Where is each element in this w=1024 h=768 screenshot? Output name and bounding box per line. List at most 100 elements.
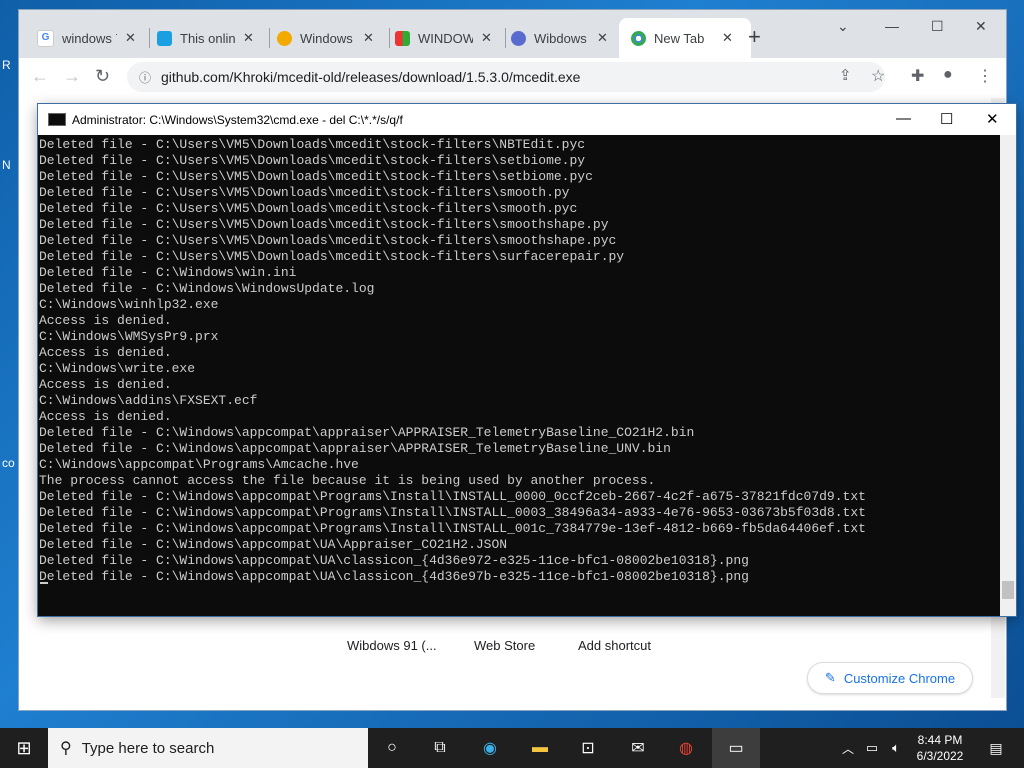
cortana-icon[interactable]: ○ [380, 736, 404, 760]
extensions-icon[interactable]: ✚ [911, 66, 924, 86]
close-icon[interactable]: ✕ [125, 30, 136, 46]
file-explorer-icon[interactable]: ▬ [528, 736, 552, 760]
cmd-taskbar-icon[interactable]: ▭ [712, 728, 760, 768]
cmd-output-line: Deleted file - C:\Users\VM5\Downloads\mc… [39, 169, 593, 184]
cmd-output-line: Deleted file - C:\Users\VM5\Downloads\mc… [39, 201, 578, 216]
pencil-icon: ✎ [824, 670, 836, 685]
close-icon[interactable]: ✕ [722, 30, 733, 46]
maximize-icon[interactable]: ☐ [940, 110, 953, 128]
google-icon: G [37, 29, 54, 47]
search-icon: ⚲ [60, 740, 72, 757]
cmd-output-line: Deleted file - C:\Users\VM5\Downloads\mc… [39, 233, 617, 248]
cmd-output-line: Deleted file - C:\Windows\win.ini [39, 265, 297, 280]
browser-toolbar: ← → ↻ ⓘ github.com/Khroki/mcedit-old/rel… [19, 58, 1006, 98]
mail-icon[interactable]: ✉ [626, 736, 650, 760]
tab-window[interactable]: WINDOW ✕ [395, 24, 505, 52]
text-cursor [40, 582, 48, 584]
cmd-window: Administrator: C:\Windows\System32\cmd.e… [38, 104, 1016, 616]
tab-this-online[interactable]: This online ✕ [157, 24, 267, 52]
windows-emblem-icon [395, 30, 410, 46]
cmd-icon [48, 113, 66, 126]
cmd-output[interactable]: Deleted file - C:\Users\VM5\Downloads\mc… [38, 135, 1000, 616]
back-icon[interactable]: ← [31, 66, 49, 87]
tab-label: Windows [300, 30, 353, 46]
share-icon[interactable]: ⇪ [839, 66, 852, 84]
cmd-output-line: Deleted file - C:\Windows\appcompat\Prog… [39, 505, 866, 520]
volume-icon[interactable]: 🔈︎ [884, 736, 908, 760]
edge-icon[interactable]: ◉ [478, 736, 502, 760]
cmd-output-line: Deleted file - C:\Windows\appcompat\Prog… [39, 521, 866, 536]
tab-label: This online [180, 30, 235, 46]
notification-icon[interactable]: ▤ [984, 736, 1008, 760]
cmd-output-line: The process cannot access the file becau… [39, 473, 656, 488]
customize-label: Customize Chrome [843, 670, 956, 686]
store-icon[interactable]: ⊡ [576, 736, 600, 760]
cmd-output-line: C:\Windows\addins\FXSEXT.ecf [39, 393, 258, 408]
close-icon[interactable]: ✕ [363, 30, 374, 46]
cmd-output-line: Deleted file - C:\Users\VM5\Downloads\mc… [39, 217, 609, 232]
clock-date: 6/3/2022 [916, 749, 964, 763]
forward-icon[interactable]: → [63, 66, 81, 87]
tab-search-icon[interactable]: ⌄ [837, 18, 849, 35]
taskbar-search[interactable]: ⚲ Type here to search [48, 728, 368, 768]
tab-strip: G windows 7 ✕ This online ✕ Windows ✕ WI… [19, 10, 1006, 58]
close-window-icon[interactable]: ✕ [975, 18, 987, 35]
cmd-titlebar[interactable]: Administrator: C:\Windows\System32\cmd.e… [38, 104, 1016, 135]
cmd-output-line: Deleted file - C:\Windows\appcompat\UA\A… [39, 537, 508, 552]
cmd-output-line: C:\Windows\write.exe [39, 361, 196, 376]
shortcut-web-store[interactable]: Web Store [474, 638, 535, 653]
taskbar: ⊞ ⚲ Type here to search ○ ⧉ ◉ ▬ ⊡ ✉ ◍ ▭ … [0, 728, 1024, 768]
blue-square-icon [157, 30, 172, 46]
minimize-icon[interactable]: — [896, 110, 911, 127]
desktop-icon-label[interactable]: R [2, 58, 11, 72]
menu-icon[interactable]: ⋮ [977, 66, 993, 86]
shortcut-add[interactable]: Add shortcut [578, 638, 651, 653]
customize-chrome-button[interactable]: ✎ Customize Chrome [807, 662, 973, 694]
tab-windows7[interactable]: G windows 7 ✕ [37, 24, 147, 52]
cmd-output-line: Deleted file - C:\Users\VM5\Downloads\mc… [39, 249, 625, 264]
close-icon[interactable]: ✕ [597, 30, 608, 46]
close-icon[interactable]: ✕ [243, 30, 254, 46]
cmd-output-line: Deleted file - C:\Windows\appcompat\appr… [39, 425, 695, 440]
address-bar[interactable]: ⓘ github.com/Khroki/mcedit-old/releases/… [127, 62, 885, 92]
cmd-title-text: Administrator: C:\Windows\System32\cmd.e… [72, 112, 403, 127]
chrome-icon [631, 30, 646, 46]
close-icon[interactable]: ✕ [481, 30, 492, 46]
cmd-output-line: Deleted file - C:\Windows\WindowsUpdate.… [39, 281, 375, 296]
tab-label: windows 7 [62, 30, 117, 46]
wibdows-icon [511, 30, 526, 46]
cmd-output-line: Deleted file - C:\Users\VM5\Downloads\mc… [39, 137, 586, 152]
cmd-output-line: Deleted file - C:\Windows\appcompat\UA\c… [39, 553, 749, 568]
cmd-output-line: C:\Windows\WMSysPr9.prx [39, 329, 219, 344]
new-tab-button[interactable]: + [748, 24, 761, 50]
close-icon[interactable]: ✕ [986, 110, 999, 128]
desktop-icon-label[interactable]: co [2, 456, 15, 470]
cmd-output-line: C:\Windows\appcompat\Programs\Amcache.hv… [39, 457, 359, 472]
info-icon[interactable]: ⓘ [139, 69, 151, 86]
cmd-output-line: Deleted file - C:\Windows\appcompat\UA\c… [39, 569, 749, 584]
cmd-output-line: Deleted file - C:\Windows\appcompat\appr… [39, 441, 671, 456]
gold-icon [277, 30, 292, 46]
shortcut-wibdows[interactable]: Wibdows 91 (... [347, 638, 437, 653]
tab-new-tab[interactable]: New Tab ✕ [619, 18, 751, 58]
tab-windows[interactable]: Windows ✕ [277, 24, 387, 52]
cmd-output-line: Deleted file - C:\Users\VM5\Downloads\mc… [39, 153, 586, 168]
cmd-output-line: Access is denied. [39, 345, 172, 360]
minimize-icon[interactable]: — [885, 18, 899, 34]
network-icon[interactable]: ▭ [860, 736, 884, 760]
cmd-output-line: Access is denied. [39, 313, 172, 328]
tab-wibdows[interactable]: Wibdows ✕ [511, 24, 621, 52]
start-windows-icon[interactable]: ⊞ [12, 736, 36, 760]
show-hidden-icons[interactable]: ︿ [836, 736, 860, 760]
scrollbar-thumb[interactable] [1002, 581, 1014, 599]
cmd-output-line: Access is denied. [39, 409, 172, 424]
profile-avatar-icon[interactable]: ● [943, 66, 953, 84]
cmd-scrollbar[interactable] [1000, 135, 1016, 616]
maximize-icon[interactable]: ☐ [931, 18, 944, 35]
chrome-icon[interactable]: ◍ [674, 736, 698, 760]
desktop-icon-label[interactable]: N [2, 158, 11, 172]
task-view-icon[interactable]: ⧉ [428, 736, 452, 760]
system-clock[interactable]: 8:44 PM 6/3/2022 [912, 732, 968, 764]
bookmark-star-icon[interactable]: ☆ [871, 66, 885, 86]
reload-icon[interactable]: ↻ [95, 66, 110, 87]
